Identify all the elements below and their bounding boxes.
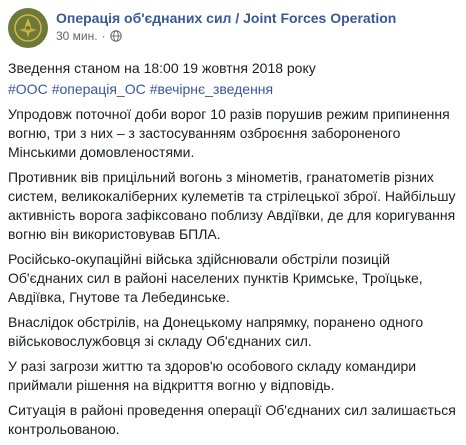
post-meta: Операція об'єднаних сил / Joint Forces O… xyxy=(56,7,396,44)
timestamp-row: 30 мин. · xyxy=(56,28,396,44)
facebook-post: Операція об'єднаних сил / Joint Forces O… xyxy=(0,0,466,445)
page-name-link[interactable]: Операція об'єднаних сил / Joint Forces O… xyxy=(56,9,396,27)
paragraph-return-fire: У разі загрози життю та здоров'ю особово… xyxy=(8,358,417,393)
paragraph-casualties: Внаслідок обстрілів, на Донецькому напря… xyxy=(8,314,424,349)
paragraph-ceasefire-violations: Упродовж поточної доби ворог 10 разів по… xyxy=(8,106,450,160)
hashtag-list: #ООС #операція_ОС #вечірнє_зведення xyxy=(8,80,458,99)
hashtag-vechirnie-zvedennia[interactable]: #вечірнє_зведення xyxy=(150,81,273,97)
paragraph-shelled-settlements: Російсько-окупаційні війська здійснювали… xyxy=(8,251,423,305)
post-header: Операція об'єднаних сил / Joint Forces O… xyxy=(8,7,458,53)
paragraph-situation: Ситуація в районі проведення операції Об… xyxy=(8,402,456,437)
paragraph-enemy-fire: Противник вів прицільний вогонь з міноме… xyxy=(8,169,456,242)
globe-icon[interactable] xyxy=(109,30,122,42)
separator-dot: · xyxy=(101,29,106,43)
joint-forces-emblem-icon xyxy=(8,8,48,48)
post-timestamp[interactable]: 30 мин. xyxy=(56,28,98,44)
page-avatar[interactable] xyxy=(8,8,48,48)
post-body: Зведення станом на 18:00 19 жовтня 2018 … xyxy=(8,59,458,439)
report-title: Зведення станом на 18:00 19 жовтня 2018 … xyxy=(8,60,316,76)
hashtag-oos[interactable]: #ООС xyxy=(8,81,48,97)
hashtag-operatsiya-os[interactable]: #операція_ОС xyxy=(52,81,146,97)
